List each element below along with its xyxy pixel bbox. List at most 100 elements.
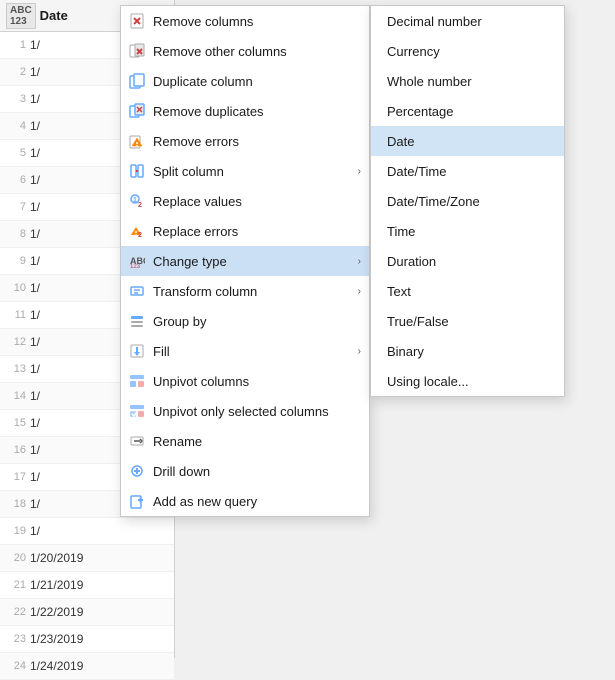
submenu-label-text: Text [387, 284, 411, 299]
row-number: 12 [8, 336, 26, 348]
menu-item-remove-other-columns[interactable]: Remove other columns [121, 36, 369, 66]
grid-row: 221/22/2019 [0, 599, 174, 626]
row-number: 21 [8, 579, 26, 591]
x-icon [129, 13, 145, 29]
svg-text:2: 2 [138, 232, 142, 239]
menu-item-unpivot-columns[interactable]: Unpivot columns [121, 366, 369, 396]
menu-label-duplicate-column: Duplicate column [153, 74, 361, 89]
menu-item-rename[interactable]: Rename [121, 426, 369, 456]
submenu-item-duration[interactable]: Duration [371, 246, 564, 276]
row-number: 17 [8, 471, 26, 483]
row-number: 3 [8, 93, 26, 105]
submenu-arrow: › [358, 286, 361, 297]
transform-icon [129, 283, 145, 299]
menu-label-rename: Rename [153, 434, 361, 449]
svg-text:1: 1 [133, 197, 137, 204]
row-number: 15 [8, 417, 26, 429]
row-number: 24 [8, 660, 26, 672]
menu-item-remove-duplicates[interactable]: Remove duplicates [121, 96, 369, 126]
grid-row: 23 1/23/2019 [0, 626, 174, 653]
cell-value: 1/ [30, 389, 40, 403]
menu-item-duplicate-column[interactable]: Duplicate column [121, 66, 369, 96]
submenu-item-whole[interactable]: Whole number [371, 66, 564, 96]
cell-value: 1/23/2019 [30, 632, 83, 646]
submenu-item-datetimezone[interactable]: Date/Time/Zone [371, 186, 564, 216]
menu-label-remove-other-columns: Remove other columns [153, 44, 361, 59]
submenu-arrow: › [358, 346, 361, 357]
menu-item-replace-errors[interactable]: 2 Replace errors [121, 216, 369, 246]
menu-label-remove-columns: Remove columns [153, 14, 361, 29]
context-menu: Remove columns Remove other columns Dupl… [120, 5, 370, 517]
menu-item-unpivot-selected[interactable]: Unpivot only selected columns [121, 396, 369, 426]
dup-icon [129, 73, 145, 89]
cell-value: 1/ [30, 146, 40, 160]
menu-item-group-by[interactable]: Group by [121, 306, 369, 336]
split-icon [129, 163, 145, 179]
menu-item-remove-errors[interactable]: Remove errors [121, 126, 369, 156]
submenu-label-truefalse: True/False [387, 314, 449, 329]
submenu-item-date[interactable]: Date [371, 126, 564, 156]
submenu-label-datetimezone: Date/Time/Zone [387, 194, 480, 209]
submenu-label-time: Time [387, 224, 415, 239]
unpivot-icon [129, 373, 145, 389]
menu-item-fill[interactable]: Fill › [121, 336, 369, 366]
svg-text:2: 2 [138, 202, 142, 209]
submenu-label-whole: Whole number [387, 74, 472, 89]
err-icon [129, 133, 145, 149]
menu-item-drill-down[interactable]: Drill down [121, 456, 369, 486]
cell-value: 1/ [30, 65, 40, 79]
replace-icon: 12 [129, 193, 145, 209]
submenu-item-truefalse[interactable]: True/False [371, 306, 564, 336]
cell-value: 1/20/2019 [30, 551, 83, 565]
row-number: 2 [8, 66, 26, 78]
cell-value: 1/22/2019 [30, 605, 83, 619]
grid-row: 211/21/2019 [0, 572, 174, 599]
cell-value: 1/ [30, 335, 40, 349]
submenu-item-time[interactable]: Time [371, 216, 564, 246]
cell-value: 1/ [30, 38, 40, 52]
menu-item-remove-columns[interactable]: Remove columns [121, 6, 369, 36]
x-other-icon [129, 43, 145, 59]
row-number: 13 [8, 363, 26, 375]
row-number: 18 [8, 498, 26, 510]
column-name: Date [40, 8, 68, 23]
submenu-label-decimal: Decimal number [387, 14, 482, 29]
menu-item-change-type[interactable]: ABC123 Change type › [121, 246, 369, 276]
submenu-label-currency: Currency [387, 44, 440, 59]
cell-value: 1/24/2019 [30, 659, 83, 673]
menu-label-fill: Fill [153, 344, 350, 359]
replace-err-icon: 2 [129, 223, 145, 239]
row-number: 8 [8, 228, 26, 240]
submenu-arrow: › [358, 166, 361, 177]
submenu-item-locale[interactable]: Using locale... [371, 366, 564, 396]
menu-item-split-column[interactable]: Split column › [121, 156, 369, 186]
submenu-item-datetime[interactable]: Date/Time [371, 156, 564, 186]
submenu-item-decimal[interactable]: Decimal number [371, 6, 564, 36]
submenu-item-percentage[interactable]: Percentage [371, 96, 564, 126]
menu-label-drill-down: Drill down [153, 464, 361, 479]
submenu-label-locale: Using locale... [387, 374, 469, 389]
row-number: 23 [8, 633, 26, 645]
row-number: 14 [8, 390, 26, 402]
menu-label-split-column: Split column [153, 164, 350, 179]
submenu-item-text[interactable]: Text [371, 276, 564, 306]
menu-item-transform-column[interactable]: Transform column › [121, 276, 369, 306]
submenu-label-datetime: Date/Time [387, 164, 446, 179]
menu-item-replace-values[interactable]: 12 Replace values [121, 186, 369, 216]
rename-icon [129, 433, 145, 449]
cell-value: 1/ [30, 173, 40, 187]
fill-icon [129, 343, 145, 359]
unpivot-sel-icon [129, 403, 145, 419]
add-icon [129, 493, 145, 509]
submenu-item-binary[interactable]: Binary [371, 336, 564, 366]
row-number: 19 [8, 525, 26, 537]
row-number: 4 [8, 120, 26, 132]
menu-label-replace-errors: Replace errors [153, 224, 361, 239]
submenu-item-currency[interactable]: Currency [371, 36, 564, 66]
menu-label-unpivot-columns: Unpivot columns [153, 374, 361, 389]
submenu-arrow: › [358, 256, 361, 267]
menu-item-add-query[interactable]: Add as new query [121, 486, 369, 516]
menu-label-remove-duplicates: Remove duplicates [153, 104, 361, 119]
submenu-label-percentage: Percentage [387, 104, 454, 119]
cell-value: 1/ [30, 524, 40, 538]
